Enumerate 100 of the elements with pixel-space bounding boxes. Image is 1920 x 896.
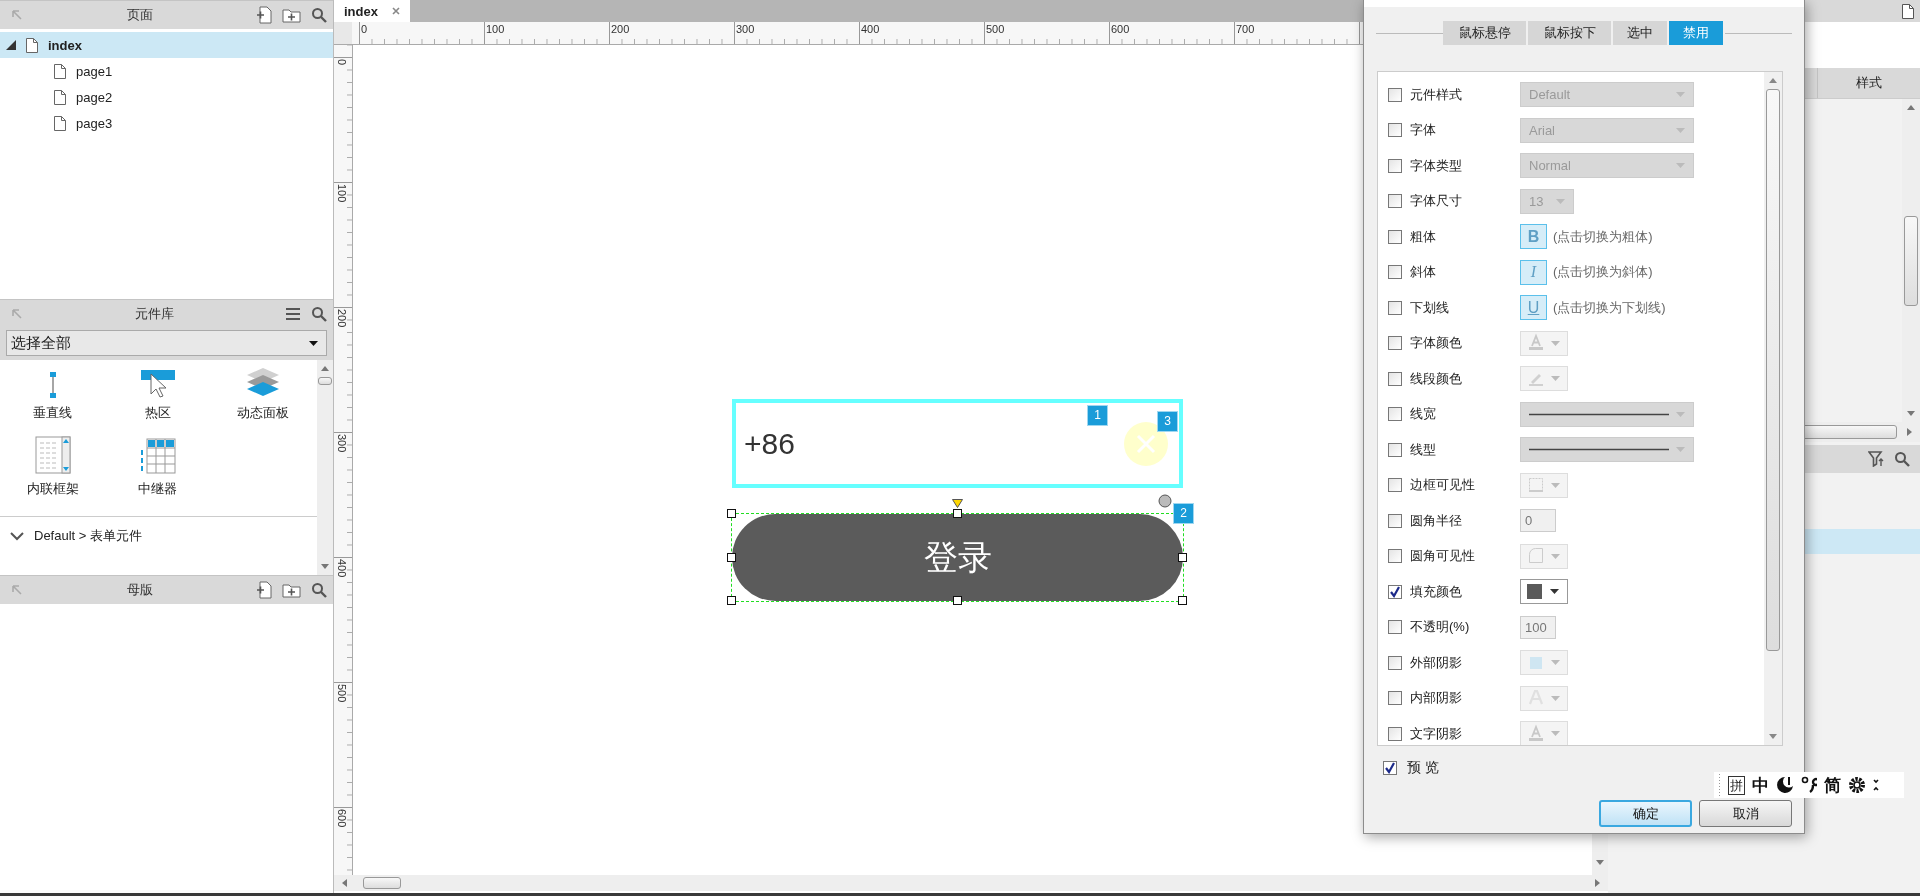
check-icon <box>1384 762 1396 774</box>
option-label: 边框可见性 <box>1410 476 1476 495</box>
add-folder-icon[interactable] <box>282 582 301 598</box>
ruler-label: 300 <box>736 23 755 35</box>
scroll-up-icon[interactable] <box>1907 105 1915 110</box>
resize-handle[interactable] <box>1178 552 1187 562</box>
moon-icon[interactable] <box>1776 776 1794 794</box>
hotspot-icon <box>140 370 175 398</box>
scroll-up-icon[interactable] <box>1769 78 1777 83</box>
number-field[interactable]: 0 <box>1520 509 1556 533</box>
scroll-thumb[interactable] <box>318 377 332 385</box>
scroll-thumb[interactable] <box>1766 89 1780 651</box>
checkbox[interactable] <box>1388 549 1402 564</box>
more-icon[interactable] <box>1873 777 1879 793</box>
checkbox[interactable] <box>1388 478 1402 493</box>
option-label: 圆角可见性 <box>1410 547 1476 566</box>
group-header[interactable]: Default > 表单元件 <box>0 516 317 555</box>
option-label: 内部阴影 <box>1410 689 1463 708</box>
library-widget[interactable]: 垂直线 <box>0 360 105 422</box>
number-badge: 1 <box>1088 406 1107 425</box>
language-toggle[interactable]: 中 <box>1752 773 1769 797</box>
checkbox[interactable] <box>1388 158 1402 173</box>
gear-icon[interactable] <box>1848 776 1866 794</box>
number-field[interactable]: 100 <box>1520 615 1556 639</box>
scroll-left-icon[interactable] <box>342 879 347 887</box>
scroll-down-icon[interactable] <box>1596 860 1604 865</box>
check-icon <box>1389 585 1401 598</box>
search-icon[interactable] <box>1894 451 1910 467</box>
ruler-label: 0 <box>336 59 348 66</box>
checkbox[interactable] <box>1388 584 1402 599</box>
search-icon[interactable] <box>311 7 327 23</box>
resize-handle[interactable] <box>727 596 736 605</box>
line-dropdown[interactable] <box>1520 401 1694 427</box>
resize-handle[interactable] <box>1178 596 1187 605</box>
checkbox[interactable] <box>1388 300 1402 315</box>
state-tab[interactable]: 鼠标悬停 <box>1443 21 1526 45</box>
color-picker[interactable] <box>1520 579 1568 605</box>
checkbox[interactable] <box>1388 407 1402 422</box>
cancel-button[interactable]: 取消 <box>1699 800 1792 827</box>
anchor-marker-icon[interactable] <box>952 499 963 508</box>
filter-icon[interactable] <box>1868 451 1884 467</box>
checkbox[interactable] <box>1388 371 1402 386</box>
input-mode-toggle[interactable]: 拼 <box>1728 775 1745 795</box>
resize-handle[interactable] <box>727 552 736 562</box>
resize-handle[interactable] <box>952 509 962 518</box>
checkbox[interactable] <box>1388 655 1402 670</box>
add-page-icon[interactable] <box>256 6 272 24</box>
scroll-thumb[interactable] <box>1904 215 1918 306</box>
checkbox[interactable] <box>1388 513 1402 528</box>
checkbox[interactable] <box>1388 442 1402 457</box>
tree-item[interactable]: page1 <box>0 58 333 84</box>
resize-handle[interactable] <box>727 509 736 518</box>
state-tab[interactable]: 选中 <box>1613 21 1667 45</box>
tree-item[interactable]: page2 <box>0 84 333 110</box>
close-icon[interactable] <box>391 7 400 15</box>
checkbox[interactable] <box>1388 265 1402 280</box>
ok-button[interactable]: 确定 <box>1599 800 1692 827</box>
script-toggle[interactable]: 简 <box>1824 773 1841 797</box>
panel-title: 页面 <box>126 6 154 24</box>
page-icon[interactable] <box>1902 3 1914 19</box>
scroll-down-icon[interactable] <box>1769 734 1777 739</box>
checkbox[interactable] <box>1388 194 1402 209</box>
scroll-up-icon[interactable] <box>321 366 329 371</box>
option-label: 字体 <box>1410 121 1437 140</box>
chevron-icon[interactable] <box>10 531 24 541</box>
round-handle[interactable] <box>1158 494 1172 508</box>
scroll-right-icon[interactable] <box>1907 428 1912 436</box>
scroll-down-icon[interactable] <box>321 564 329 569</box>
search-icon[interactable] <box>311 582 327 598</box>
checkbox[interactable] <box>1388 726 1402 741</box>
library-widget[interactable]: 中继器 <box>105 436 210 498</box>
checkbox[interactable] <box>1388 336 1402 351</box>
checkbox[interactable] <box>1388 123 1402 138</box>
state-tab[interactable]: 鼠标按下 <box>1528 21 1611 45</box>
line-dropdown[interactable] <box>1520 437 1694 463</box>
checkbox[interactable] <box>1388 229 1402 244</box>
dock-icon <box>10 307 24 321</box>
document-tab[interactable]: index <box>334 0 410 22</box>
scroll-down-icon[interactable] <box>1907 411 1915 416</box>
scroll-thumb[interactable] <box>363 877 401 889</box>
add-folder-icon[interactable] <box>282 7 301 23</box>
expand-icon[interactable] <box>6 40 16 50</box>
scroll-right-icon[interactable] <box>1595 879 1600 887</box>
checkbox[interactable] <box>1388 620 1402 635</box>
library-widget[interactable]: 动态面板 <box>210 360 315 422</box>
search-icon[interactable] <box>311 306 327 322</box>
resize-handle[interactable] <box>952 596 962 605</box>
option-label: 圆角半径 <box>1410 511 1463 530</box>
tree-item[interactable]: index <box>0 32 333 58</box>
punctuation-icon[interactable] <box>1801 776 1817 794</box>
filter-dropdown[interactable]: 选择全部 <box>6 330 327 356</box>
checkbox[interactable] <box>1383 761 1397 775</box>
checkbox[interactable] <box>1388 87 1402 102</box>
drag-handle-icon[interactable] <box>1718 774 1721 796</box>
menu-icon[interactable] <box>285 307 301 321</box>
tree-item[interactable]: page3 <box>0 110 333 136</box>
library-widget[interactable]: 热区 <box>105 360 210 422</box>
add-page-icon[interactable] <box>256 581 272 599</box>
checkbox[interactable] <box>1388 691 1402 706</box>
library-widget[interactable]: 内联框架 <box>0 436 105 498</box>
